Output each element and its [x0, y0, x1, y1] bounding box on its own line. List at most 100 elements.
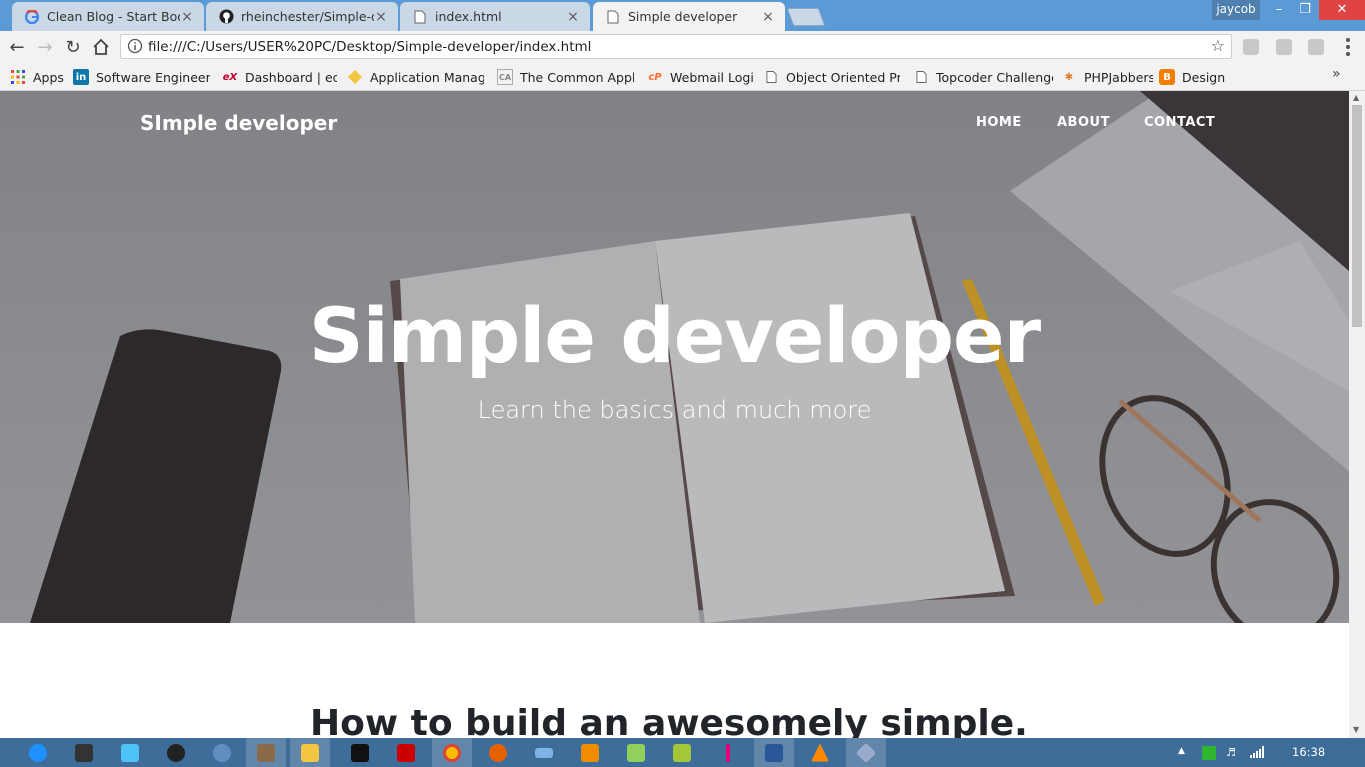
post-heading[interactable]: How to build an awesomely simple. [310, 703, 1028, 738]
skype-extension-icon[interactable] [1243, 39, 1259, 55]
close-icon[interactable]: × [566, 9, 580, 25]
site-brand[interactable]: SImple developer [140, 111, 337, 135]
hp-icon[interactable] [202, 738, 242, 767]
volume-icon[interactable]: ♬ [1226, 746, 1238, 759]
address-url[interactable]: file:///C:/Users/USER%20PC/Desktop/Simpl… [148, 39, 591, 55]
nav-home[interactable]: HOME [976, 115, 1022, 130]
bookmark-label: Application Managen [370, 69, 484, 85]
bookmarks-bar: Apps in Software Engineering eX Dashboar… [0, 63, 1365, 91]
diamond-icon [347, 69, 363, 85]
firefox-icon[interactable] [478, 738, 518, 767]
close-icon[interactable]: × [761, 9, 775, 25]
bookmark-label: The Common Applica [520, 69, 634, 85]
edx-icon: eX [222, 71, 238, 83]
scroll-down-icon[interactable]: ▼ [1353, 725, 1359, 734]
keyboard-icon[interactable] [524, 738, 564, 767]
vlc-icon[interactable] [800, 738, 840, 767]
bookmark-design[interactable]: B Design [1159, 68, 1229, 86]
nav-about[interactable]: ABOUT [1057, 115, 1110, 130]
browser-toolbar: ← → ↻ file:///C:/Users/USER%20PC/Desktop… [0, 31, 1365, 63]
taskbar-clock[interactable]: 16:38 [1292, 745, 1325, 759]
bookmark-label: Topcoder Challenges [936, 69, 1053, 85]
profile-button[interactable]: jaycob [1212, 0, 1260, 20]
network-icon[interactable] [1250, 746, 1264, 758]
explorer-icon[interactable] [290, 738, 330, 767]
reload-icon[interactable]: ↻ [61, 35, 85, 59]
hero-subtitle: Learn the basics and much more [477, 396, 872, 424]
commonapp-icon: CA [497, 69, 513, 85]
phpjabbers-icon: ✱ [1064, 71, 1074, 83]
bookmark-label: Software Engineering [96, 69, 210, 85]
back-icon[interactable]: ← [5, 35, 29, 59]
windows-taskbar: ▲ ♬ 16:38 [0, 738, 1365, 767]
google-icon [24, 9, 40, 25]
tab-title: Simple developer [628, 9, 738, 24]
page-icon [913, 69, 929, 85]
android-icon[interactable] [662, 738, 702, 767]
pdf-extension-icon[interactable] [1308, 39, 1324, 55]
blogger-icon: B [1159, 69, 1175, 85]
word-icon[interactable] [754, 738, 794, 767]
bookmark-application-manager[interactable]: Application Managen [347, 68, 484, 86]
bookmark-label: Apps [33, 69, 64, 85]
page-icon [605, 9, 621, 25]
info-icon[interactable] [127, 38, 143, 54]
notepad-icon[interactable] [246, 738, 286, 767]
bookmark-label: Dashboard | edX [245, 69, 337, 85]
hero-section: SImple developer HOME ABOUT CONTACT Simp… [0, 91, 1349, 623]
bookmark-webmail[interactable]: cP Webmail Login [647, 68, 753, 86]
bookmarks-more-icon[interactable]: » [1332, 66, 1341, 82]
tab-simple-developer[interactable]: Simple developer × [593, 2, 785, 31]
page-icon [412, 9, 428, 25]
tab-title: Clean Blog - Start Bootst [47, 9, 180, 24]
new-tab-button[interactable] [786, 8, 826, 26]
bookmark-edx[interactable]: eX Dashboard | edX [222, 68, 337, 86]
page-icon [763, 69, 779, 85]
tray-expand-icon[interactable]: ▲ [1178, 746, 1190, 758]
bookmark-label: Webmail Login [670, 69, 753, 85]
git-icon[interactable] [846, 738, 886, 767]
scroll-up-icon[interactable]: ▲ [1353, 93, 1359, 102]
close-icon[interactable]: × [374, 9, 388, 25]
battery-icon[interactable] [1202, 746, 1216, 760]
scrollbar-thumb[interactable] [1352, 105, 1362, 327]
cmd-icon[interactable] [340, 738, 380, 767]
download-extension-icon[interactable] [1276, 39, 1292, 55]
tab-title: rheinchester/Simple-dev [241, 9, 374, 24]
acrobat-icon[interactable] [386, 738, 426, 767]
messenger-icon[interactable] [110, 738, 150, 767]
bookmark-object-oriented[interactable]: Object Oriented Prog [763, 68, 900, 86]
bookmark-topcoder[interactable]: Topcoder Challenges [913, 68, 1053, 86]
bookmark-common-app[interactable]: CA The Common Applica [497, 68, 634, 86]
ie-icon[interactable] [18, 738, 58, 767]
address-bar[interactable]: file:///C:/Users/USER%20PC/Desktop/Simpl… [120, 34, 1232, 59]
bookmark-apps[interactable]: Apps [10, 68, 65, 86]
linkedin-icon: in [73, 69, 89, 85]
nav-contact[interactable]: CONTACT [1144, 115, 1215, 130]
hero-title: Simple developer [308, 291, 1041, 380]
bookmark-software-engineering[interactable]: in Software Engineering [73, 68, 210, 86]
bookmark-phpjabbers[interactable]: ✱ PHPJabbers [1061, 68, 1153, 86]
window-close-icon[interactable]: ✕ [1319, 0, 1365, 20]
media-player-icon[interactable] [570, 738, 610, 767]
chat-icon[interactable] [616, 738, 656, 767]
minimize-icon[interactable]: – [1266, 0, 1292, 20]
tab-github[interactable]: rheinchester/Simple-dev × [206, 2, 398, 31]
tab-title: index.html [435, 9, 502, 24]
tmobile-icon[interactable] [708, 738, 748, 767]
bookmark-star-icon[interactable]: ☆ [1211, 36, 1225, 55]
paint-icon[interactable] [64, 738, 104, 767]
tab-index-html[interactable]: index.html × [400, 2, 590, 31]
tab-clean-blog[interactable]: Clean Blog - Start Bootst × [12, 2, 204, 31]
github-icon [218, 9, 234, 25]
chrome-icon[interactable] [432, 738, 472, 767]
forward-icon[interactable]: → [33, 35, 57, 59]
close-icon[interactable]: × [180, 9, 194, 25]
browser-tabstrip: Clean Blog - Start Bootst × rheinchester… [0, 0, 1365, 31]
media-icon[interactable] [156, 738, 196, 767]
page-scrollbar[interactable]: ▲ ▼ [1349, 91, 1365, 738]
browser-menu-icon[interactable] [1342, 37, 1354, 57]
restore-icon[interactable]: ❐ [1292, 0, 1318, 20]
home-icon[interactable] [89, 35, 113, 59]
bookmark-label: Object Oriented Prog [786, 69, 900, 85]
